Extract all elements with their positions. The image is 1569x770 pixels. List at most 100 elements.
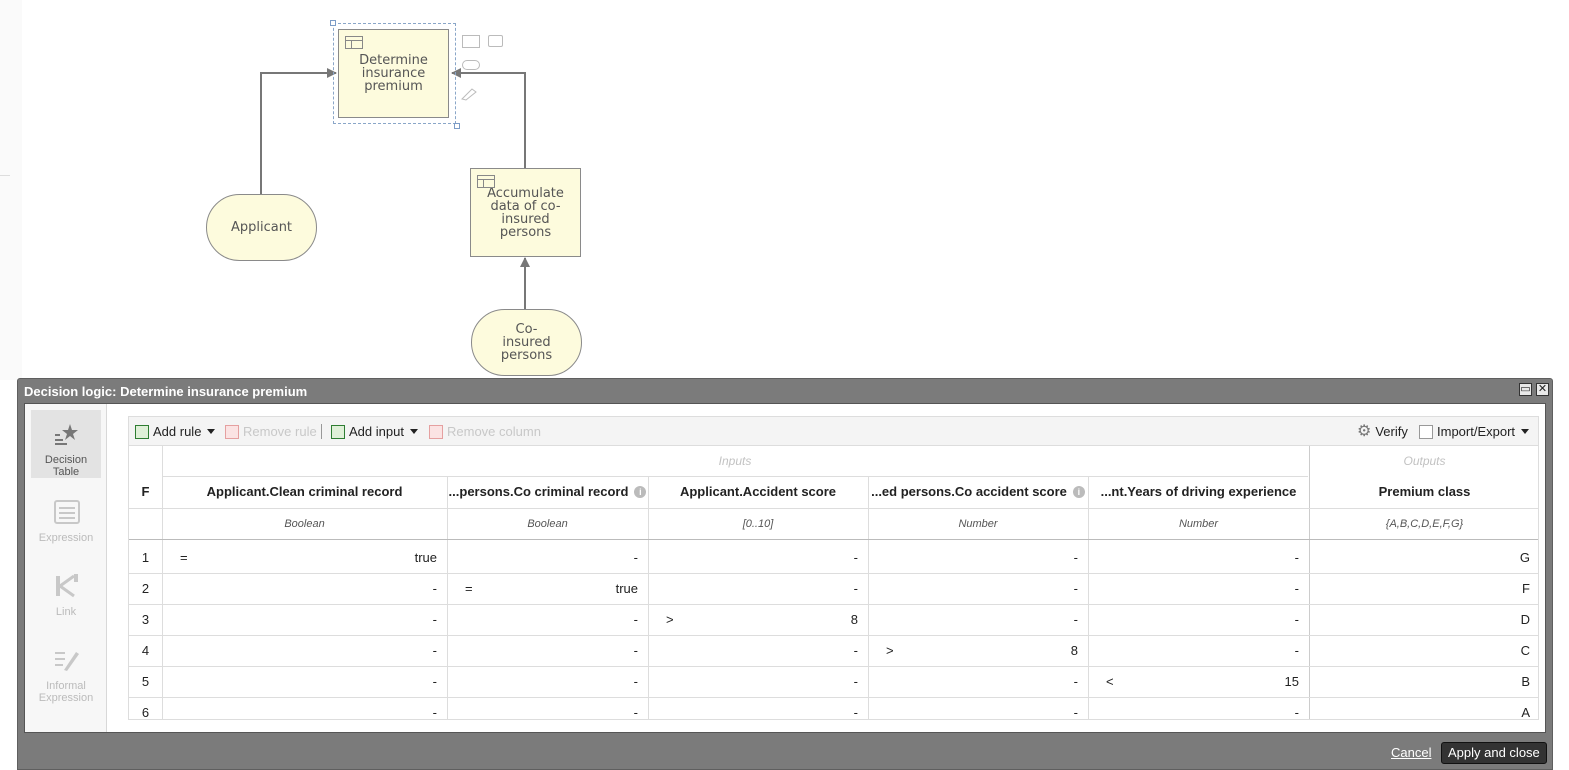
input-entry-cell[interactable]: - — [447, 636, 648, 666]
remove-rule-button[interactable]: Remove rule — [225, 423, 317, 440]
remove-column-label: Remove column — [447, 424, 541, 439]
cancel-link[interactable]: Cancel — [1391, 745, 1431, 760]
sidebar-item-link[interactable]: Link — [31, 562, 101, 630]
close-icon[interactable]: ✕ — [1536, 383, 1549, 396]
node-label: Accumulate data of co-insured persons — [487, 185, 564, 240]
output-cell[interactable]: G — [1309, 543, 1538, 573]
column-type[interactable]: {A,B,C,D,E,F,G} — [1309, 509, 1538, 539]
input-entry-cell[interactable]: - — [868, 605, 1088, 635]
input-entry-cell[interactable]: - — [162, 636, 447, 666]
rule-number[interactable]: 6 — [129, 698, 162, 719]
info-icon[interactable]: i — [634, 486, 647, 498]
column-type[interactable]: Boolean — [447, 509, 648, 539]
rounded-shape-icon[interactable] — [462, 60, 480, 70]
output-cell[interactable]: F — [1309, 574, 1538, 604]
input-entry-cell[interactable]: - — [162, 667, 447, 697]
decision-node-accumulate[interactable]: Accumulate data of co-insured persons — [470, 168, 581, 257]
node-label: Determine insurance premium — [359, 53, 428, 94]
output-cell[interactable]: D — [1309, 605, 1538, 635]
rule-number[interactable]: 5 — [129, 667, 162, 697]
column-header[interactable]: ...persons.Co criminal record i — [447, 476, 648, 508]
output-cell[interactable]: C — [1309, 636, 1538, 666]
node-label: Applicant — [230, 220, 293, 235]
output-cell[interactable]: B — [1309, 667, 1538, 697]
pencil-icon[interactable] — [460, 87, 478, 101]
import-export-button[interactable]: Import/Export — [1419, 423, 1530, 440]
input-entry-cell[interactable]: - — [648, 543, 868, 573]
column-header[interactable]: ...nt.Years of driving experience — [1088, 476, 1309, 508]
rectangle-shape-icon[interactable] — [462, 35, 480, 48]
column-type[interactable]: Number — [1088, 509, 1309, 539]
input-entry-cell[interactable]: - — [868, 698, 1088, 719]
column-type[interactable]: Boolean — [162, 509, 447, 539]
add-input-icon — [331, 424, 345, 439]
input-entry-cell[interactable]: - — [868, 574, 1088, 604]
sidebar-item-expression[interactable]: Expression — [31, 488, 101, 556]
table-icon — [345, 36, 363, 49]
input-entry-cell[interactable]: - — [1088, 698, 1309, 719]
input-entry-cell[interactable]: - — [648, 698, 868, 719]
resize-handle[interactable] — [454, 123, 460, 129]
input-entry-cell[interactable]: - — [1088, 543, 1309, 573]
output-cell[interactable]: A — [1309, 698, 1538, 719]
cell-value: 8 — [850, 612, 858, 627]
input-entry-cell[interactable]: - — [868, 667, 1088, 697]
cell-value: C — [1520, 643, 1530, 658]
input-entry-cell[interactable]: >8 — [868, 636, 1088, 666]
operator: > — [886, 643, 894, 658]
rule-number[interactable]: 3 — [129, 605, 162, 635]
cell-value: A — [1521, 705, 1530, 719]
verify-button[interactable]: ⚙ Verify — [1357, 423, 1408, 440]
input-entry-cell[interactable]: - — [447, 605, 648, 635]
column-header[interactable]: Applicant.Accident score — [648, 476, 868, 508]
input-entry-cell[interactable]: - — [648, 574, 868, 604]
column-header[interactable]: Premium class — [1309, 476, 1538, 508]
column-type[interactable]: [0..10] — [648, 509, 868, 539]
input-entry-cell[interactable]: - — [162, 574, 447, 604]
cell-value: - — [633, 705, 638, 719]
input-node-applicant[interactable]: Applicant — [206, 194, 317, 261]
add-input-button[interactable]: Add input — [331, 423, 418, 440]
rule-number[interactable]: 1 — [129, 543, 162, 573]
decision-node-determine[interactable]: Determine insurance premium — [338, 29, 449, 118]
resize-handle[interactable] — [330, 20, 336, 26]
input-entry-cell[interactable]: - — [1088, 574, 1309, 604]
input-entry-cell[interactable]: - — [162, 698, 447, 719]
hit-policy-cell[interactable]: F — [129, 476, 162, 508]
input-entry-cell[interactable]: = true — [447, 574, 648, 604]
input-entry-cell[interactable]: - — [1088, 636, 1309, 666]
input-entry-cell[interactable]: - — [868, 543, 1088, 573]
annotation-shape-icon[interactable] — [488, 35, 503, 47]
sidebar-item-decision-table[interactable]: Decision Table — [31, 410, 101, 478]
remove-column-button[interactable]: Remove column — [429, 423, 541, 440]
rule-number[interactable]: 4 — [129, 636, 162, 666]
input-entry-cell[interactable]: - — [648, 667, 868, 697]
cell-value: - — [1294, 550, 1299, 565]
input-entry-cell[interactable]: - — [447, 698, 648, 719]
cell-value: - — [432, 643, 437, 658]
input-entry-cell[interactable]: - — [162, 605, 447, 635]
input-entry-cell[interactable]: >8 — [648, 605, 868, 635]
input-entry-cell[interactable]: - — [447, 543, 648, 573]
input-entry-cell[interactable]: - — [1088, 605, 1309, 635]
maximize-icon[interactable]: ▭ — [1519, 383, 1532, 396]
column-type[interactable]: Number — [868, 509, 1088, 539]
column-header[interactable]: Applicant.Clean criminal record — [162, 476, 447, 508]
rule-number[interactable]: 2 — [129, 574, 162, 604]
input-entry-cell[interactable]: - — [648, 636, 868, 666]
input-node-coinsured[interactable]: Co-insured persons — [471, 309, 582, 376]
apply-and-close-button[interactable]: Apply and close — [1441, 742, 1547, 764]
cell-value: - — [1073, 705, 1078, 719]
cell-value: - — [1073, 674, 1078, 689]
input-entry-cell[interactable]: - — [447, 667, 648, 697]
diagram-canvas[interactable]: Determine insurance premium Accumulate d… — [22, 0, 1569, 378]
add-rule-button[interactable]: Add rule — [135, 423, 216, 440]
info-icon[interactable]: i — [1072, 486, 1085, 498]
input-entry-cell[interactable]: <15 — [1088, 667, 1309, 697]
input-entry-cell[interactable]: = true — [162, 543, 447, 573]
column-header-label: ...nt.Years of driving experience — [1100, 484, 1297, 499]
sidebar-item-informal-expression[interactable]: Informal Expression — [31, 636, 101, 704]
column-header[interactable]: ...ed persons.Co accident score i — [868, 476, 1088, 508]
cell-value: - — [853, 705, 858, 719]
cell-value: - — [633, 674, 638, 689]
